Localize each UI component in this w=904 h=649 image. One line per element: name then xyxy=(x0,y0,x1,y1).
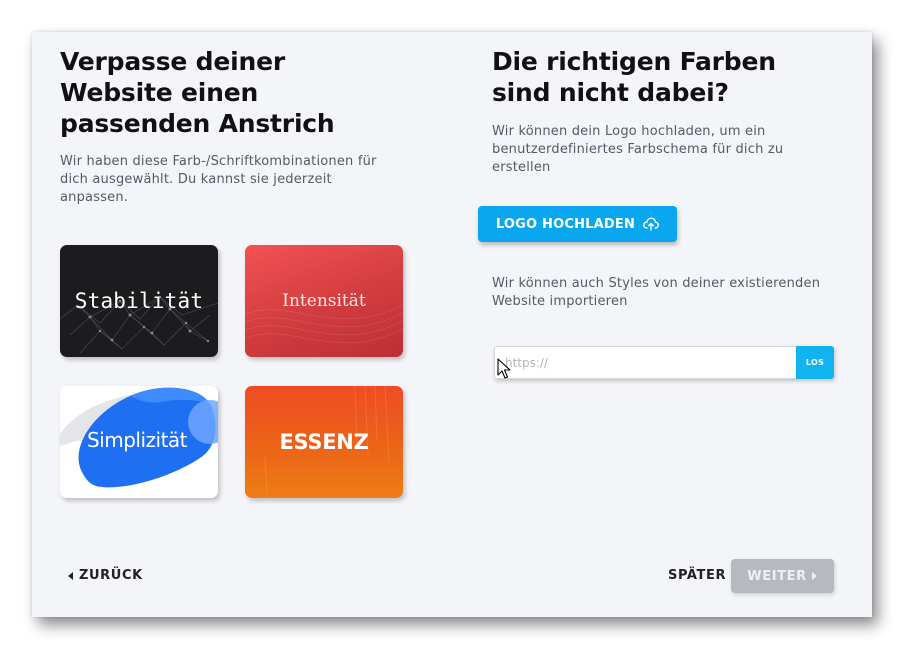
caret-right-icon xyxy=(811,572,817,580)
theme-description: Wir haben diese Farb-/Schriftkombination… xyxy=(60,154,377,205)
logo-upload-label: LOGO HOCHLADEN xyxy=(495,216,636,232)
theme-card-essenz[interactable]: ESSENZ xyxy=(245,386,403,498)
theme-heading: Verpasse deiner Website einen passenden … xyxy=(60,47,335,138)
caret-left-icon xyxy=(68,571,73,580)
custom-colors-section: Die richtigen Farben sind nicht dabei? W… xyxy=(492,46,842,177)
logo-upload-button[interactable]: LOGO HOCHLADEN xyxy=(478,206,677,242)
back-button[interactable]: ZURÜCK xyxy=(68,568,143,583)
back-label: ZURÜCK xyxy=(79,568,143,583)
theme-selection-section: Verpasse deiner Website einen passenden … xyxy=(60,46,400,207)
theme-card-simplizitaet[interactable]: Simplizität xyxy=(60,386,218,498)
website-url-input[interactable] xyxy=(494,346,796,379)
logo-upload-description: Wir können dein Logo hochladen, um ein b… xyxy=(492,124,784,175)
onboarding-dialog: Verpasse deiner Website einen passenden … xyxy=(32,32,872,617)
theme-card-label: Stabilität xyxy=(74,289,204,313)
import-submit-button[interactable]: LOS xyxy=(796,346,834,379)
theme-card-stabilitaet[interactable]: Stabilität xyxy=(60,245,218,357)
website-import-form: LOS xyxy=(494,346,834,379)
theme-card-label: Intensität xyxy=(282,291,366,311)
mouse-cursor-icon xyxy=(497,358,511,379)
theme-card-label: Simplizität xyxy=(86,428,188,452)
next-label: WEITER xyxy=(747,568,807,584)
custom-colors-heading: Die richtigen Farben sind nicht dabei? xyxy=(492,47,776,107)
next-button[interactable]: WEITER xyxy=(731,559,834,593)
import-description: Wir können auch Styles von deiner existi… xyxy=(492,276,821,309)
cloud-upload-icon xyxy=(643,217,659,231)
theme-card-label: ESSENZ xyxy=(279,430,369,454)
later-button[interactable]: SPÄTER xyxy=(668,568,726,583)
theme-card-intensitaet[interactable]: Intensität xyxy=(245,245,403,357)
